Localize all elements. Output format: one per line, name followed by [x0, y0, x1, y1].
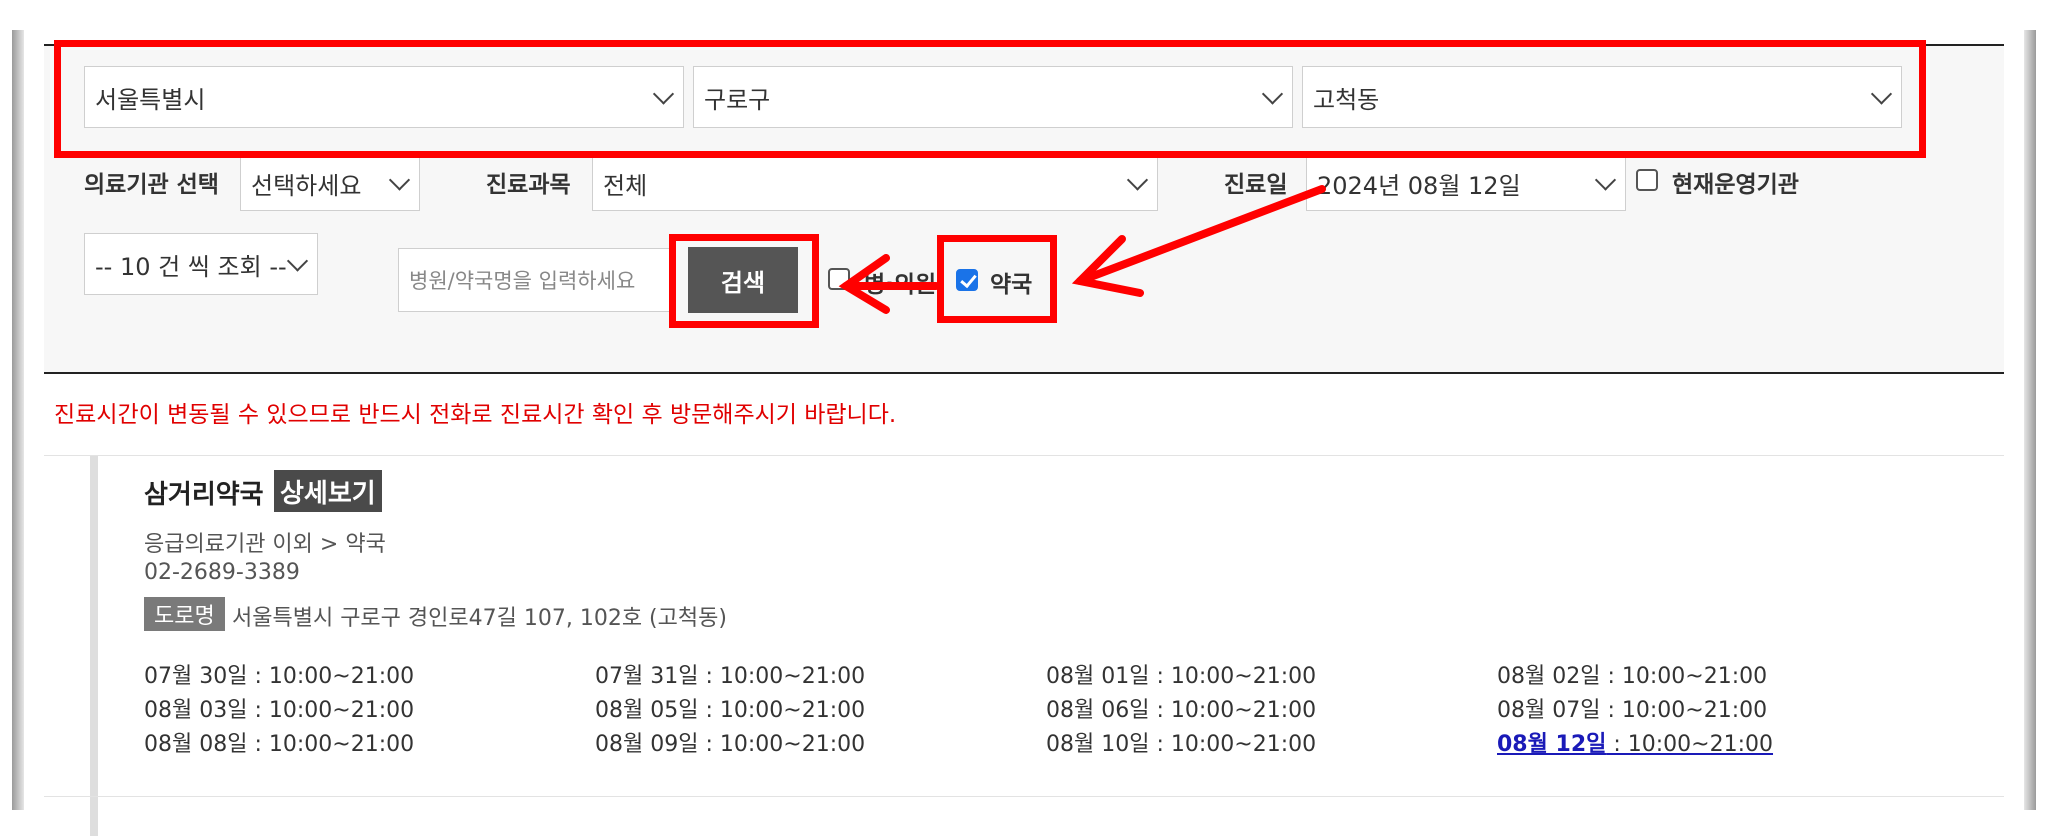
result-address: 서울특별시 구로구 경인로47길 107, 102호 (고척동): [232, 606, 727, 631]
hours-item: 08월 10일 : 10:00~21:00: [1046, 732, 1317, 757]
hours-item: 08월 01일 : 10:00~21:00: [1046, 664, 1317, 689]
result-phone: 02-2689-3389: [144, 560, 300, 585]
result-left-bar: [90, 456, 98, 836]
hours-item: 08월 06일 : 10:00~21:00: [1046, 698, 1317, 723]
arrow-line-date-to-pharmacy: [1076, 185, 1326, 285]
pharmacy-name: 삼거리약국: [144, 480, 264, 510]
hours-item: 08월 09일 : 10:00~21:00: [595, 732, 866, 757]
hours-item-today[interactable]: 08월 12일 : 10:00~21:00: [1497, 732, 1948, 758]
result-divider-bottom: [44, 796, 2004, 797]
hours-item: 08월 03일 : 10:00~21:00: [144, 698, 415, 723]
hours-item: 08월 08일 : 10:00~21:00: [144, 732, 415, 757]
result-divider-top: [44, 455, 2004, 456]
notice-text: 진료시간이 변동될 수 있으므로 반드시 전화로 진료시간 확인 후 방문해주시…: [54, 402, 897, 428]
hours-item: 08월 05일 : 10:00~21:00: [595, 698, 866, 723]
detail-button[interactable]: 상세보기: [274, 470, 382, 512]
hours-item: 08월 02일 : 10:00~21:00: [1497, 664, 1768, 689]
hours-item: 08월 07일 : 10:00~21:00: [1497, 698, 1768, 723]
road-address-badge: 도로명: [144, 597, 225, 631]
hours-item: 07월 30일 : 10:00~21:00: [144, 664, 415, 689]
hours-grid: 07월 30일 : 10:00~21:00 07월 31일 : 10:00~21…: [144, 664, 1948, 758]
hours-item: 07월 31일 : 10:00~21:00: [595, 664, 866, 689]
result-category: 응급의료기관 이외 > 약국: [144, 532, 386, 557]
